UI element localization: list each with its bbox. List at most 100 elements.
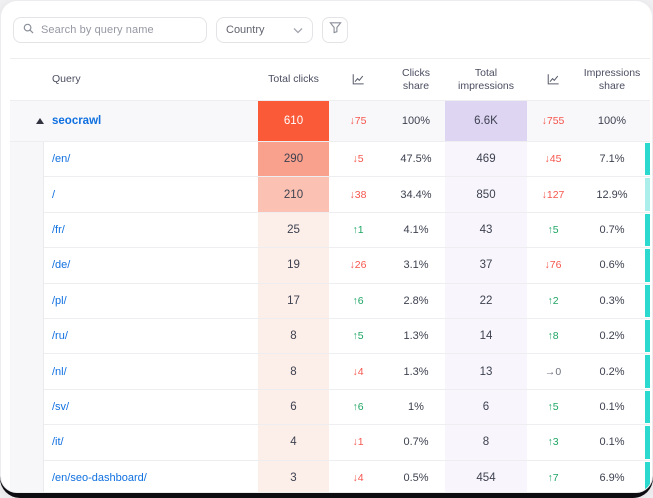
query-cell: /nl/: [10, 354, 258, 388]
query-link[interactable]: seocrawl: [52, 115, 101, 127]
query-link[interactable]: /en/seo-dashboard/: [52, 472, 147, 484]
clicks-share-value: 0.7%: [387, 425, 445, 459]
total-impressions-cell: 6: [445, 390, 527, 424]
query-link[interactable]: /nl/: [52, 366, 67, 378]
query-cell: /: [10, 177, 258, 211]
column-header-spacer: [645, 59, 652, 100]
impressions-trend-value: →0: [527, 354, 579, 388]
clicks-share-value: 1.3%: [387, 319, 445, 353]
query-link[interactable]: /ru/: [52, 330, 68, 342]
table-row: /en/seo-dashboard/ 3 ↓4 0.5% 454 ↑7 6.9%: [10, 461, 650, 492]
query-cell: /sv/: [10, 390, 258, 424]
query-cell: seocrawl: [10, 101, 258, 141]
query-link[interactable]: /fr/: [52, 224, 65, 236]
table-row: /sv/ 6 ↑6 1% 6 ↑5 0.1%: [10, 390, 650, 425]
edge-heat-bar: [645, 178, 650, 210]
table-row: /nl/ 8 ↓4 1.3% 13 →0 0.2%: [10, 354, 650, 389]
chevron-down-icon: [293, 21, 303, 39]
impressions-share-value: 0.3%: [579, 284, 645, 318]
table-body: seocrawl 610 ↓75 100% 6.6K ↓755 100% /en…: [10, 101, 650, 492]
impressions-trend-value: ↑3: [527, 425, 579, 459]
queries-table: Query Total clicks Clicks share Total im…: [10, 58, 650, 492]
impressions-trend-value: ↑8: [527, 319, 579, 353]
clicks-trend-value: ↑5: [329, 319, 387, 353]
impressions-trend-chart-icon: [527, 59, 579, 100]
edge-heat-bar: [645, 391, 650, 423]
table-row: /en/ 290 ↓5 47.5% 469 ↓45 7.1%: [10, 142, 650, 177]
total-impressions-cell: 469: [445, 142, 527, 176]
impressions-trend-value: ↑5: [527, 213, 579, 247]
impressions-trend-value: ↓45: [527, 142, 579, 176]
clicks-trend-value: ↓38: [329, 177, 387, 211]
query-link[interactable]: /: [52, 189, 55, 201]
total-impressions-cell: 14: [445, 319, 527, 353]
edge-heat-bar: [645, 249, 650, 281]
impressions-trend-value: ↑2: [527, 284, 579, 318]
edge-heat-bar: [645, 426, 650, 458]
clicks-trend-value: ↓1: [329, 425, 387, 459]
clicks-trend-chart-icon: [329, 59, 387, 100]
total-clicks-cell: 25: [258, 213, 329, 247]
clicks-share-value: 3.1%: [387, 248, 445, 282]
clicks-trend-value: ↑6: [329, 390, 387, 424]
clicks-share-value: 34.4%: [387, 177, 445, 211]
table-row: /ru/ 8 ↑5 1.3% 14 ↑8 0.2%: [10, 319, 650, 354]
edge-heat-bar: [645, 355, 650, 387]
impressions-share-value: 0.1%: [579, 425, 645, 459]
total-clicks-cell: 3: [258, 461, 329, 492]
edge-heat-bar: [645, 462, 650, 492]
column-header-total-impressions[interactable]: Total impressions: [445, 59, 527, 100]
filter-button[interactable]: [322, 17, 348, 43]
clicks-share-value: 1%: [387, 390, 445, 424]
table-row: /fr/ 25 ↑1 4.1% 43 ↑5 0.7%: [10, 213, 650, 248]
funnel-icon: [329, 21, 342, 39]
clicks-share-value: 0.5%: [387, 461, 445, 492]
total-impressions-cell: 6.6K: [445, 101, 527, 141]
query-link[interactable]: /sv/: [52, 401, 69, 413]
table-row: /it/ 4 ↓1 0.7% 8 ↑3 0.1%: [10, 425, 650, 460]
impressions-trend-value: ↓127: [527, 177, 579, 211]
table-row: /pl/ 17 ↑6 2.8% 22 ↑2 0.3%: [10, 284, 650, 319]
clicks-share-value: 100%: [387, 101, 445, 141]
query-cell: /de/: [10, 248, 258, 282]
total-clicks-cell: 610: [258, 101, 329, 141]
column-header-total-clicks[interactable]: Total clicks: [258, 59, 329, 100]
query-link[interactable]: /en/: [52, 153, 70, 165]
query-link[interactable]: /it/: [52, 436, 64, 448]
query-cell: /en/: [10, 142, 258, 176]
clicks-share-value: 1.3%: [387, 354, 445, 388]
total-impressions-cell: 22: [445, 284, 527, 318]
total-clicks-cell: 17: [258, 284, 329, 318]
edge-heat-bar: [645, 214, 650, 246]
country-dropdown[interactable]: Country: [216, 17, 313, 43]
query-cell: /it/: [10, 425, 258, 459]
total-clicks-cell: 8: [258, 319, 329, 353]
table-row: / 210 ↓38 34.4% 850 ↓127 12.9%: [10, 177, 650, 212]
column-header-clicks-share[interactable]: Clicks share: [387, 59, 445, 100]
column-header-impressions-share[interactable]: Impressions share: [579, 59, 645, 100]
total-impressions-cell: 43: [445, 213, 527, 247]
query-cell: /en/seo-dashboard/: [10, 461, 258, 492]
query-cell: /pl/: [10, 284, 258, 318]
impressions-share-value: 7.1%: [579, 142, 645, 176]
impressions-share-value: 0.2%: [579, 319, 645, 353]
query-link[interactable]: /de/: [52, 259, 70, 271]
search-input[interactable]: Search by query name: [13, 17, 207, 43]
total-impressions-cell: 13: [445, 354, 527, 388]
table-row: /de/ 19 ↓26 3.1% 37 ↓76 0.6%: [10, 248, 650, 283]
impressions-trend-value: ↑7: [527, 461, 579, 492]
impressions-share-value: 12.9%: [579, 177, 645, 211]
query-cell: /ru/: [10, 319, 258, 353]
query-link[interactable]: /pl/: [52, 295, 67, 307]
column-header-query[interactable]: Query: [10, 59, 258, 100]
impressions-share-value: 0.2%: [579, 354, 645, 388]
search-icon: [23, 21, 34, 39]
edge-heat-bar: [645, 285, 650, 317]
collapse-caret-icon[interactable]: [36, 118, 44, 124]
country-dropdown-label: Country: [226, 24, 265, 36]
impressions-trend-value: ↑5: [527, 390, 579, 424]
clicks-trend-value: ↓4: [329, 461, 387, 492]
impressions-share-value: 100%: [579, 101, 645, 141]
impressions-share-value: 0.7%: [579, 213, 645, 247]
impressions-trend-value: ↓755: [527, 101, 579, 141]
